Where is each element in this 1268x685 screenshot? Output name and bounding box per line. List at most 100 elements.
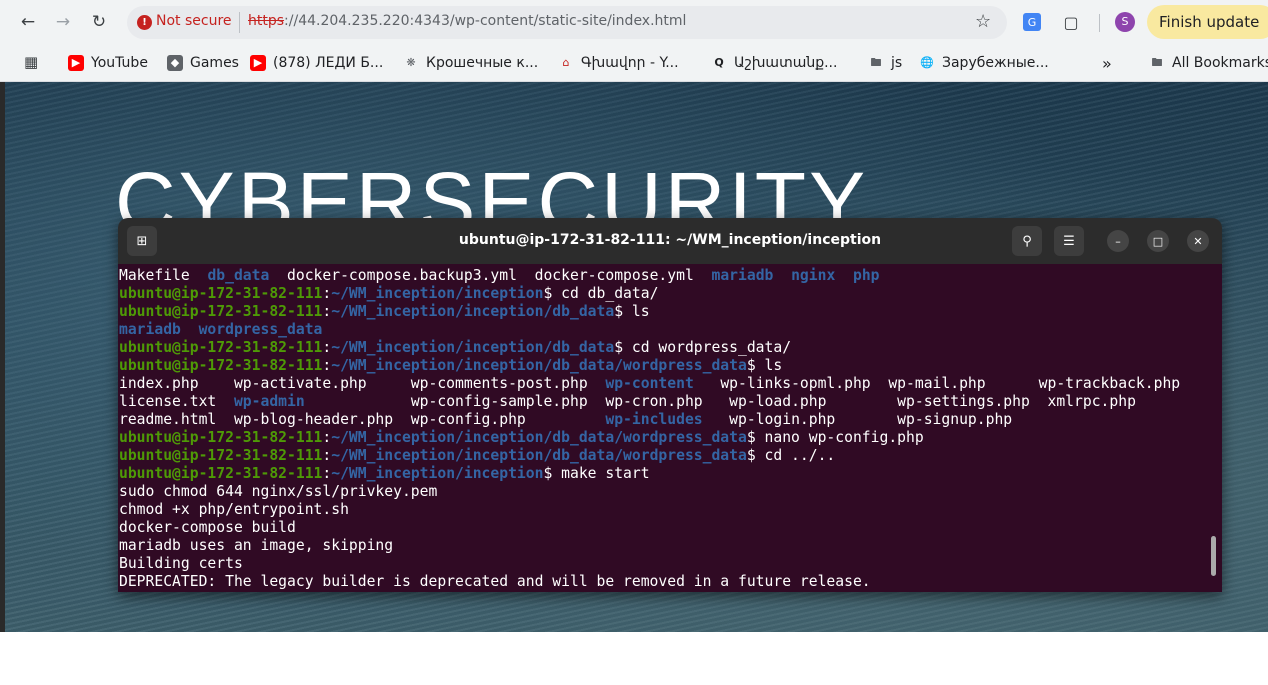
prompt-user: ubuntu@ip-172-31-82-111 [119,357,323,374]
finish-update-label: Finish update [1159,13,1260,31]
path-text: mariadb [119,321,181,338]
terminal-output[interactable]: Makefile db_data docker-compose.backup3.… [118,264,1222,592]
output-text: $ cd ../.. [746,447,836,464]
address-divider [239,12,240,33]
profile-avatar[interactable]: S [1115,12,1135,32]
kebab-menu-icon[interactable]: ⋮ [1264,13,1268,31]
path-text: ~/WM_inception/inception [331,285,544,302]
all-bookmarks-label: All Bookmarks [1172,55,1268,71]
search-icon: Q [714,56,724,69]
terminal-line: mariadb uses an image, skipping [119,537,393,555]
bookmark-label: Գխավոր - Y... [581,55,679,71]
bookmark-games[interactable]: ◆ Games [167,54,239,72]
output-text: : [322,465,332,482]
path-text: wp-content [605,375,694,392]
finish-update-button[interactable]: Finish update ⋮ [1147,5,1268,39]
maximize-icon[interactable]: □ [1147,230,1169,252]
output-text: chmod +x php/entrypoint.sh [119,501,349,518]
url-text[interactable]: https://44.204.235.220:4343/wp-content/s… [248,13,686,29]
path-text: wp-includes [605,411,703,428]
folder-icon: 🖿 [1151,56,1163,69]
games-icon: ◆ [167,55,183,71]
extensions-puzzle-icon[interactable]: ▢ [1060,11,1082,33]
path-text: ~/WM_inception/inception/db_data/wordpre… [331,447,747,464]
output-text: wp-config-sample.php wp-cron.php wp-load… [304,393,1136,410]
folder-icon: 🖿 [870,56,882,69]
bookmark-star-icon[interactable]: ☆ [975,11,991,32]
bookmark-label: Крошечные к... [426,55,539,71]
output-text: $ ls [614,303,650,320]
url-protocol: https [248,13,285,29]
reload-icon[interactable]: ↻ [85,8,113,36]
output-text: : [322,357,332,374]
output-text: $ cd wordpress_data/ [614,339,792,356]
back-arrow-icon[interactable]: ← [14,8,42,36]
output-text: sudo chmod 644 nginx/ssl/privkey.pem [119,483,438,500]
more-bookmarks-chevron-icon[interactable]: » [1102,54,1112,73]
output-text: : [322,303,332,320]
output-text: Makefile [119,267,208,284]
prompt-user: ubuntu@ip-172-31-82-111 [119,285,323,302]
output-text: Building certs [119,555,243,572]
bookmark-youtube[interactable]: ▶ YouTube [68,54,148,72]
terminal-line: license.txt wp-admin wp-config-sample.ph… [119,393,1136,411]
prompt-user: ubuntu@ip-172-31-82-111 [119,339,323,356]
output-text: mariadb uses an image, skipping [119,537,394,554]
output-text: : [322,429,332,446]
terminal-scrollbar[interactable] [1211,536,1216,576]
bookmark-site-1[interactable]: ❋ Крошечные к... [403,54,538,72]
bookmark-site-2[interactable]: ⌂ Գխավոր - Y... [558,54,679,72]
terminal-line: ubuntu@ip-172-31-82-111:~/WM_inception/i… [119,339,791,357]
output-text: docker-compose.backup3.yml docker-compos… [269,267,712,284]
output-text: $ make start [543,465,650,482]
warning-icon: ! [137,15,152,30]
all-bookmarks[interactable]: 🖿 All Bookmarks [1149,54,1268,72]
bookmark-folder-js[interactable]: 🖿 js [868,54,903,72]
output-text: $ ls [746,357,783,374]
forward-arrow-icon[interactable]: → [49,8,77,36]
bookmark-site-4[interactable]: 🌐 Зарубежные... [919,54,1049,72]
bookmarks-bar: ▶ YouTube ◆ Games ▶ (878) ЛЕДИ Б... ❋ Крошеч… [0,45,1268,82]
search-icon[interactable]: ⚲ [1012,226,1042,256]
translate-icon[interactable]: G [1023,13,1041,31]
bookmark-label: js [891,55,903,71]
youtube-icon: ▶ [68,55,84,71]
path-text: php [852,267,880,284]
output-text: docker-compose build [119,519,296,536]
output-text: readme.html wp-blog-header.php wp-config… [119,411,606,428]
bookmark-youtube-2[interactable]: ▶ (878) ЛЕДИ Б... [250,54,383,72]
terminal-titlebar[interactable]: ⊞ ubuntu@ip-172-31-82-111: ~/WM_inceptio… [118,218,1222,264]
minimize-icon[interactable]: – [1107,230,1129,252]
path-text: wp-admin [233,393,305,410]
terminal-line: Building certs [119,555,243,573]
browser-toolbar: ← → ↻ ! Not secure https://44.204.235.22… [0,0,1268,45]
bookmark-site-3[interactable]: Q Աշխատանք... [711,54,837,72]
prompt-user: ubuntu@ip-172-31-82-111 [119,303,323,320]
security-chip[interactable]: Not secure [156,13,232,29]
terminal-window[interactable]: ⊞ ubuntu@ip-172-31-82-111: ~/WM_inceptio… [118,218,1222,592]
terminal-line: docker-compose build [119,519,296,537]
bookmark-label: Games [190,55,239,71]
terminal-line: ubuntu@ip-172-31-82-111:~/WM_inception/i… [119,357,782,375]
hamburger-menu-icon[interactable]: ☰ [1054,226,1084,256]
prompt-user: ubuntu@ip-172-31-82-111 [119,465,323,482]
address-bar[interactable]: ! Not secure https://44.204.235.220:4343… [127,6,1007,39]
terminal-line: ubuntu@ip-172-31-82-111:~/WM_inception/i… [119,303,650,321]
terminal-line: readme.html wp-blog-header.php wp-config… [119,411,1012,429]
bookmark-label: Зарубежные... [942,55,1049,71]
output-text: wp-login.php wp-signup.php [702,411,1013,428]
path-text: ~/WM_inception/inception/db_data/wordpre… [331,429,747,446]
site-icon: ❋ [406,56,416,69]
building-icon: ⌂ [562,56,570,69]
url-path: ://44.204.235.220:4343/wp-content/static… [284,13,687,29]
apps-grid-icon[interactable]: ▦ [24,53,38,71]
terminal-line: DEPRECATED: The legacy builder is deprec… [119,573,871,591]
output-text: : [322,285,332,302]
path-text: db_data [207,267,270,284]
globe-icon: 🌐 [920,56,934,69]
bookmark-label: (878) ЛЕДИ Б... [273,55,384,71]
terminal-line: sudo chmod 644 nginx/ssl/privkey.pem [119,483,437,501]
close-icon[interactable]: ✕ [1187,230,1209,252]
